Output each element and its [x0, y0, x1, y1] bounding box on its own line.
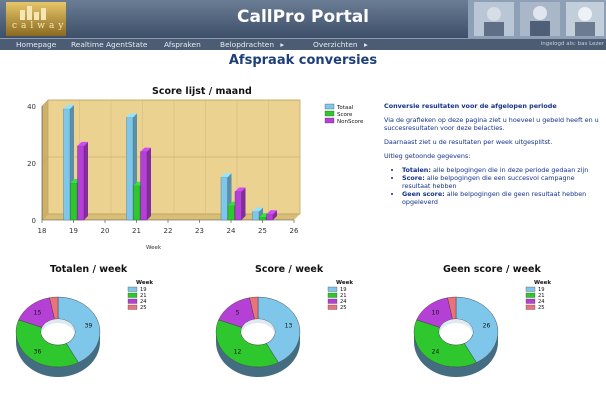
nav-bar: Homepage Realtime AgentState Afspraken B…	[0, 38, 606, 50]
y-tick-label: 40	[27, 103, 36, 111]
nav-label: Belopdrachten	[220, 40, 275, 49]
description-panel: Conversie resultaten voor de afgelopen p…	[384, 102, 602, 206]
legend-swatch	[327, 304, 338, 310]
definition: alle belpogingen die in deze periode ged…	[430, 166, 589, 174]
legend-label: NonScore	[337, 119, 364, 125]
y-tick-label: 0	[32, 217, 36, 225]
legend-swatch	[324, 103, 335, 110]
term: Geen score:	[402, 190, 445, 198]
x-tick-label: 23	[195, 227, 204, 235]
legend-title: Week	[336, 280, 353, 286]
pie-chart-geen-score: 262410Week19212425	[413, 280, 551, 377]
app-header: calway CallPro Portal	[0, 0, 606, 38]
header-photos	[468, 0, 606, 38]
term: Totalen:	[402, 166, 431, 174]
list-item: Geen score: alle belpogingen die geen re…	[402, 190, 602, 206]
slice-label: 36	[34, 349, 42, 356]
description-heading: Conversie resultaten voor de afgelopen p…	[384, 102, 557, 110]
slice-label: 24	[432, 349, 440, 356]
legend-label: 25	[538, 305, 545, 311]
x-tick-label: 25	[258, 227, 267, 235]
submenu-arrow-icon: ▸	[363, 40, 368, 49]
bar	[259, 216, 267, 221]
bar	[126, 117, 134, 221]
slice-label: 13	[285, 322, 293, 329]
bar	[266, 214, 274, 221]
legend-swatch	[324, 110, 335, 117]
y-tick-label: 20	[27, 160, 36, 168]
bar-chart-title: Score lijst / maand	[152, 86, 252, 97]
bar	[234, 191, 242, 221]
bar	[252, 211, 260, 221]
x-tick-label: 19	[69, 227, 78, 235]
legend-swatch	[327, 292, 338, 298]
legend-swatch	[327, 286, 338, 292]
bar	[227, 205, 235, 221]
legend-label: Totaal	[336, 105, 354, 111]
bar-side	[147, 147, 151, 220]
legend-label: Score	[337, 112, 353, 118]
bar-side	[84, 141, 88, 220]
bar	[63, 108, 71, 221]
nav-item-belopdrachten[interactable]: Belopdrachten ▸	[220, 39, 284, 50]
x-tick-label: 21	[132, 227, 141, 235]
slice-label: 39	[85, 322, 93, 329]
definition: alle belpogingen die een succesvol campa…	[402, 174, 575, 190]
x-axis-title: Week	[146, 245, 162, 251]
bar-side	[241, 187, 246, 220]
list-item: Score: alle belpogingen die een succesvo…	[402, 174, 602, 190]
slice-label: 12	[234, 349, 242, 356]
bar	[77, 145, 85, 221]
description-paragraph: Via de grafieken op deze pagina ziet u h…	[384, 116, 599, 132]
description-paragraph: Daarnaast ziet u de resultaten per week …	[384, 138, 553, 146]
bar-chart: 0 20 40 18 19 20 21 22 23 24 25 26 Week TotaalScoreNo…	[27, 99, 364, 251]
x-tick-label: 20	[101, 227, 110, 235]
slice-label: 15	[34, 309, 42, 316]
slice-label: 10	[432, 309, 440, 316]
legend-title: Week	[136, 280, 153, 286]
legend-swatch	[525, 292, 536, 298]
bar	[140, 151, 148, 221]
legend-label: 25	[140, 305, 147, 311]
submenu-arrow-icon: ▸	[280, 40, 285, 49]
legend-swatch	[525, 298, 536, 304]
legend-swatch	[324, 117, 335, 124]
bar	[220, 177, 228, 221]
legend-swatch	[327, 298, 338, 304]
legend-swatch	[127, 286, 138, 292]
nav-item-realtime-agentstate[interactable]: Realtime AgentState	[71, 39, 147, 50]
nav-item-overzichten[interactable]: Overzichten ▸	[313, 39, 368, 50]
nav-label: Overzichten	[313, 40, 358, 49]
x-tick-label: 22	[164, 227, 173, 235]
page-title: Afspraak conversies	[228, 53, 378, 68]
pie-chart-totalen: 393615Week19212425	[15, 280, 153, 377]
term: Score:	[402, 174, 425, 182]
legend-title: Week	[534, 280, 551, 286]
legend-swatch	[127, 292, 138, 298]
login-status: ingelogd als: bas Lezer	[540, 41, 604, 47]
nav-item-homepage[interactable]: Homepage	[16, 39, 56, 50]
x-tick-label: 26	[290, 227, 299, 235]
slice-label: 26	[483, 322, 491, 329]
nav-item-afspraken[interactable]: Afspraken	[164, 39, 201, 50]
pie-chart-score: 13125Week19212425	[215, 280, 353, 377]
slice-label: 5	[236, 309, 240, 316]
legend-swatch	[525, 304, 536, 310]
list-item: Totalen: alle belpogingen die in deze pe…	[402, 166, 602, 174]
legend-swatch	[127, 304, 138, 310]
legend-swatch	[127, 298, 138, 304]
legend-label: 25	[340, 305, 347, 311]
description-list: Totalen: alle belpogingen die in deze pe…	[384, 166, 602, 206]
x-tick-label: 18	[38, 227, 47, 235]
legend-swatch	[525, 286, 536, 292]
bar	[133, 185, 141, 221]
x-tick-label: 24	[227, 227, 236, 235]
bar	[70, 182, 78, 221]
description-paragraph: Uitleg getoonde gegevens:	[384, 152, 471, 160]
